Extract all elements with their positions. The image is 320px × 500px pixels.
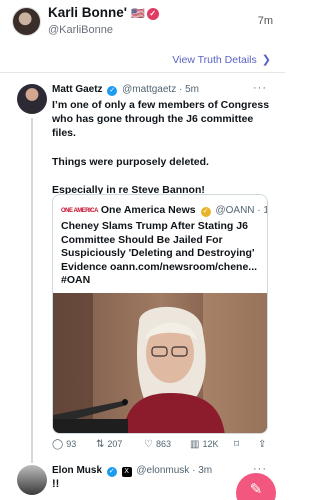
- author-handle[interactable]: @KarliBonne: [48, 24, 113, 36]
- verified-check-icon: ✓: [106, 467, 117, 477]
- thread-line: [31, 118, 33, 463]
- tweet-header: Elon Musk ✓ X @elonmusk · 3m: [52, 465, 212, 477]
- reply-icon: ◯: [52, 439, 64, 450]
- verified-badge-icon: ✓: [146, 8, 159, 20]
- author-name-text: Karli Bonne': [48, 5, 127, 20]
- quoted-handle-time: @OANN · 11h: [215, 205, 268, 216]
- divider: [0, 72, 285, 73]
- more-options-icon[interactable]: ···: [253, 82, 267, 94]
- news-photo-illustration: [53, 293, 267, 433]
- views-chart-icon: ▥: [190, 439, 200, 450]
- news-photo[interactable]: [53, 293, 267, 433]
- like-button[interactable]: ♡ 863: [144, 439, 171, 450]
- bookmark-button[interactable]: ⌑: [234, 439, 242, 450]
- tweet-header: Matt Gaetz ✓ @mattgaetz · 5m: [52, 84, 199, 96]
- tweet-handle-time: @elonmusk · 3m: [136, 465, 213, 476]
- author-avatar[interactable]: [12, 7, 41, 36]
- tweet-paragraph: Things were purposely deleted.: [52, 155, 209, 168]
- tweet-body: !!: [52, 478, 60, 490]
- us-flag-icon: 🇺🇸: [130, 8, 145, 20]
- retweet-count: 207: [107, 439, 123, 449]
- share-icon: ⇪: [258, 439, 267, 450]
- retweet-button[interactable]: ⇅ 207: [96, 439, 122, 450]
- reply-button[interactable]: ◯ 93: [52, 439, 76, 450]
- quoted-source-name: One America News: [100, 204, 196, 216]
- tweet-author-avatar[interactable]: [17, 465, 47, 495]
- share-button[interactable]: ⇪: [258, 439, 269, 450]
- compose-pencil-icon: ✎: [249, 481, 263, 498]
- quoted-tweet-header: ONE AMERICA One America News ✓ @OANN · 1…: [61, 204, 268, 217]
- x-affiliate-icon: X: [121, 467, 132, 477]
- retweet-icon: ⇅: [96, 439, 105, 450]
- view-truth-details-label: View Truth Details: [172, 54, 257, 66]
- tweet-author-avatar[interactable]: [17, 84, 47, 114]
- quoted-tweet-text: Cheney Slams Trump After Stating J6 Comm…: [61, 220, 258, 286]
- author-name[interactable]: Karli Bonne' 🇺🇸 ✓: [48, 5, 159, 20]
- tweet-paragraph: I’m one of only a few members of Congres…: [52, 99, 270, 140]
- verified-check-icon: ✓: [107, 86, 118, 96]
- reply-count: 93: [66, 439, 77, 449]
- post-time: 7m: [257, 15, 273, 27]
- gold-verified-icon: ✓: [200, 207, 211, 217]
- tweet-author-name[interactable]: Matt Gaetz: [52, 84, 103, 95]
- chevron-right-icon: ❯: [261, 54, 271, 66]
- tweet-handle-time: @mattgaetz · 5m: [122, 84, 199, 95]
- like-count: 863: [155, 439, 171, 449]
- views-count: 12K: [202, 439, 219, 449]
- quoted-tweet-card[interactable]: ONE AMERICA One America News ✓ @OANN · 1…: [52, 194, 268, 434]
- bookmark-icon: ⌑: [234, 439, 240, 450]
- tweet-actions: ◯ 93 ⇅ 207 ♡ 863 ▥ 12K ⌑ ⇪: [52, 439, 272, 453]
- oan-logo: ONE AMERICA: [61, 208, 98, 214]
- heart-icon: ♡: [144, 439, 153, 450]
- post-header: Karli Bonne' 🇺🇸 ✓ @KarliBonne 7m: [0, 0, 285, 48]
- tweet-author-name[interactable]: Elon Musk: [52, 465, 102, 476]
- views-button[interactable]: ▥ 12K: [190, 439, 218, 450]
- view-truth-details-link[interactable]: View Truth Details ❯: [172, 53, 271, 66]
